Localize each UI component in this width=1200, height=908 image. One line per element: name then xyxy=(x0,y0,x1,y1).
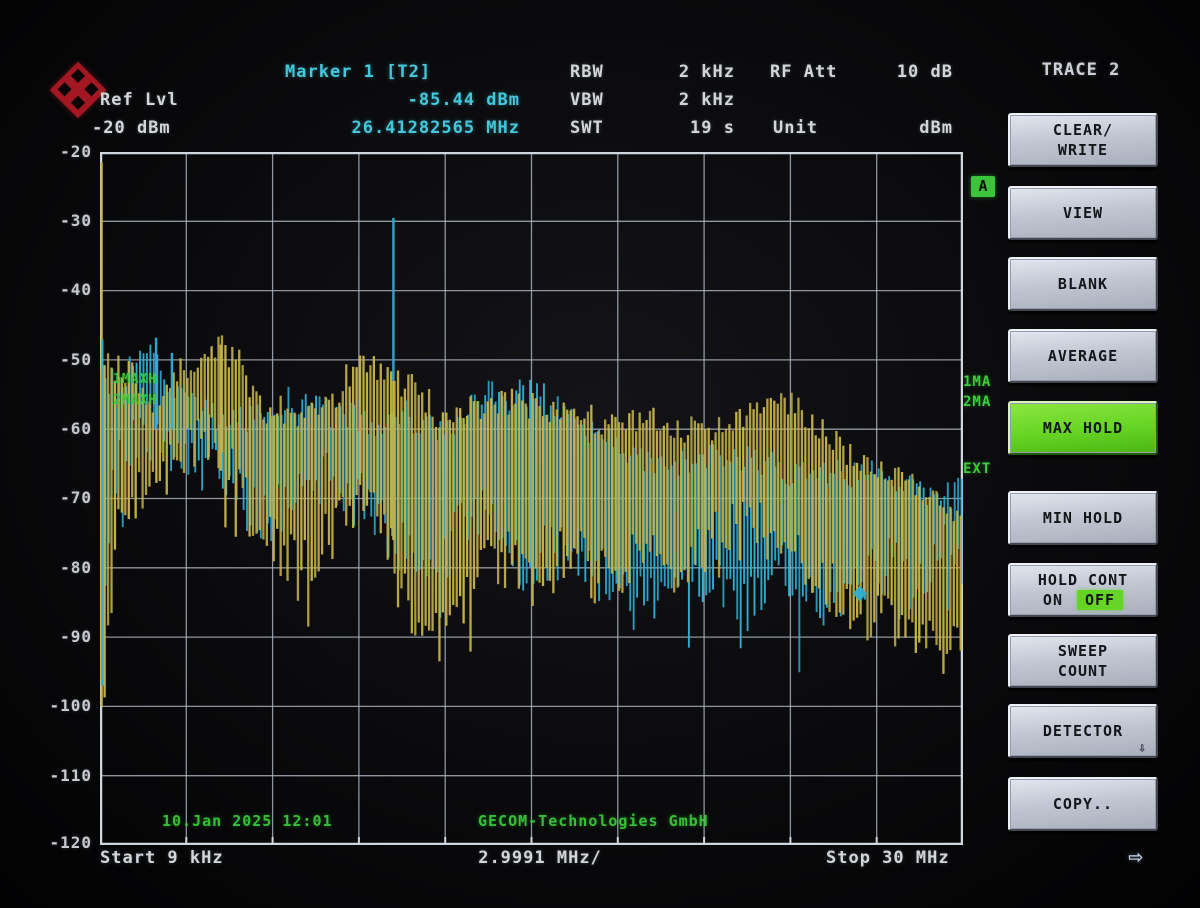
unit-label: Unit xyxy=(773,118,818,138)
softkey-detector[interactable]: DETECTOR ⇩ xyxy=(1008,704,1158,758)
marker-freq-value: 26.41282565 MHz xyxy=(330,118,520,138)
detector-label: DETECTOR xyxy=(1043,721,1123,741)
ref-lvl-value: -20 dBm xyxy=(92,118,171,138)
y-tick: -20 xyxy=(30,142,92,161)
rbw-value: 2 kHz xyxy=(640,62,735,82)
softkey-blank[interactable]: BLANK xyxy=(1008,257,1158,311)
y-tick: -60 xyxy=(30,419,92,438)
softkey-max-hold[interactable]: MAX HOLD xyxy=(1008,401,1158,455)
y-tick: -90 xyxy=(30,627,92,646)
y-tick: -110 xyxy=(30,766,92,785)
stop-freq-label: Stop 30 MHz xyxy=(826,848,950,868)
submenu-down-arrow-icon: ⇩ xyxy=(1138,742,1147,755)
start-freq-label: Start 9 kHz xyxy=(100,848,224,868)
y-tick: -50 xyxy=(30,350,92,369)
rohde-schwarz-logo-icon xyxy=(50,62,106,118)
softkey-sweep-count[interactable]: SWEEP COUNT xyxy=(1008,634,1158,688)
swt-label: SWT xyxy=(570,118,604,138)
spectrum-plot: 1MAXH 2MAXH 10.Jan 2025 12:01 GECOM-Tech… xyxy=(100,152,963,845)
y-tick: -70 xyxy=(30,488,92,507)
rf-att-value: 10 dB xyxy=(848,62,953,82)
softkey-view[interactable]: VIEW xyxy=(1008,186,1158,240)
hold-cont-on-option[interactable]: ON xyxy=(1043,590,1063,610)
spectrum-analyzer-screen: Marker 1 [T2] RBW 2 kHz RF Att 10 dB Ref… xyxy=(0,0,1200,908)
trace2-mode-flag: 2MAXH xyxy=(113,393,157,408)
softkey-hold-cont[interactable]: HOLD CONT ON OFF xyxy=(1008,563,1158,617)
spectrum-traces xyxy=(100,152,963,845)
y-tick: -80 xyxy=(30,558,92,577)
swt-value: 19 s xyxy=(640,118,735,138)
rbw-label: RBW xyxy=(570,62,604,82)
menu-next-arrow-icon[interactable]: ⇨ xyxy=(1128,842,1142,870)
y-tick: -100 xyxy=(30,696,92,715)
marker-level-value: -85.44 dBm xyxy=(330,90,520,110)
hold-cont-off-option[interactable]: OFF xyxy=(1077,590,1123,610)
y-tick: -40 xyxy=(30,280,92,299)
ext-ref-flag: EXT xyxy=(963,461,991,477)
datetime-text: 10.Jan 2025 12:01 xyxy=(162,812,333,830)
hold-cont-label: HOLD CONT xyxy=(1038,570,1128,590)
softkey-min-hold[interactable]: MIN HOLD xyxy=(1008,491,1158,545)
rf-att-label: RF Att xyxy=(770,62,837,82)
softkey-copy[interactable]: COPY.. xyxy=(1008,777,1158,831)
y-tick: -120 xyxy=(30,833,92,852)
trace1-detector-flag: 1MA xyxy=(963,374,991,390)
y-tick: -30 xyxy=(30,211,92,230)
owner-text: GECOM-Technologies GmbH xyxy=(478,812,709,830)
softkey-average[interactable]: AVERAGE xyxy=(1008,329,1158,383)
span-per-div-label: 2.9991 MHz/ xyxy=(455,848,625,868)
softkey-clear-write[interactable]: CLEAR/ WRITE xyxy=(1008,113,1158,167)
softkey-menu-title: TRACE 2 xyxy=(1008,60,1154,80)
trace1-mode-flag: 1MAXH xyxy=(113,372,157,387)
vbw-label: VBW xyxy=(570,90,604,110)
vbw-value: 2 kHz xyxy=(640,90,735,110)
ref-lvl-label: Ref Lvl xyxy=(100,90,179,110)
screen-a-badge: A xyxy=(971,176,995,197)
marker-readout-label: Marker 1 [T2] xyxy=(285,62,431,82)
unit-value: dBm xyxy=(848,118,953,138)
trace2-detector-flag: 2MA xyxy=(963,394,991,410)
